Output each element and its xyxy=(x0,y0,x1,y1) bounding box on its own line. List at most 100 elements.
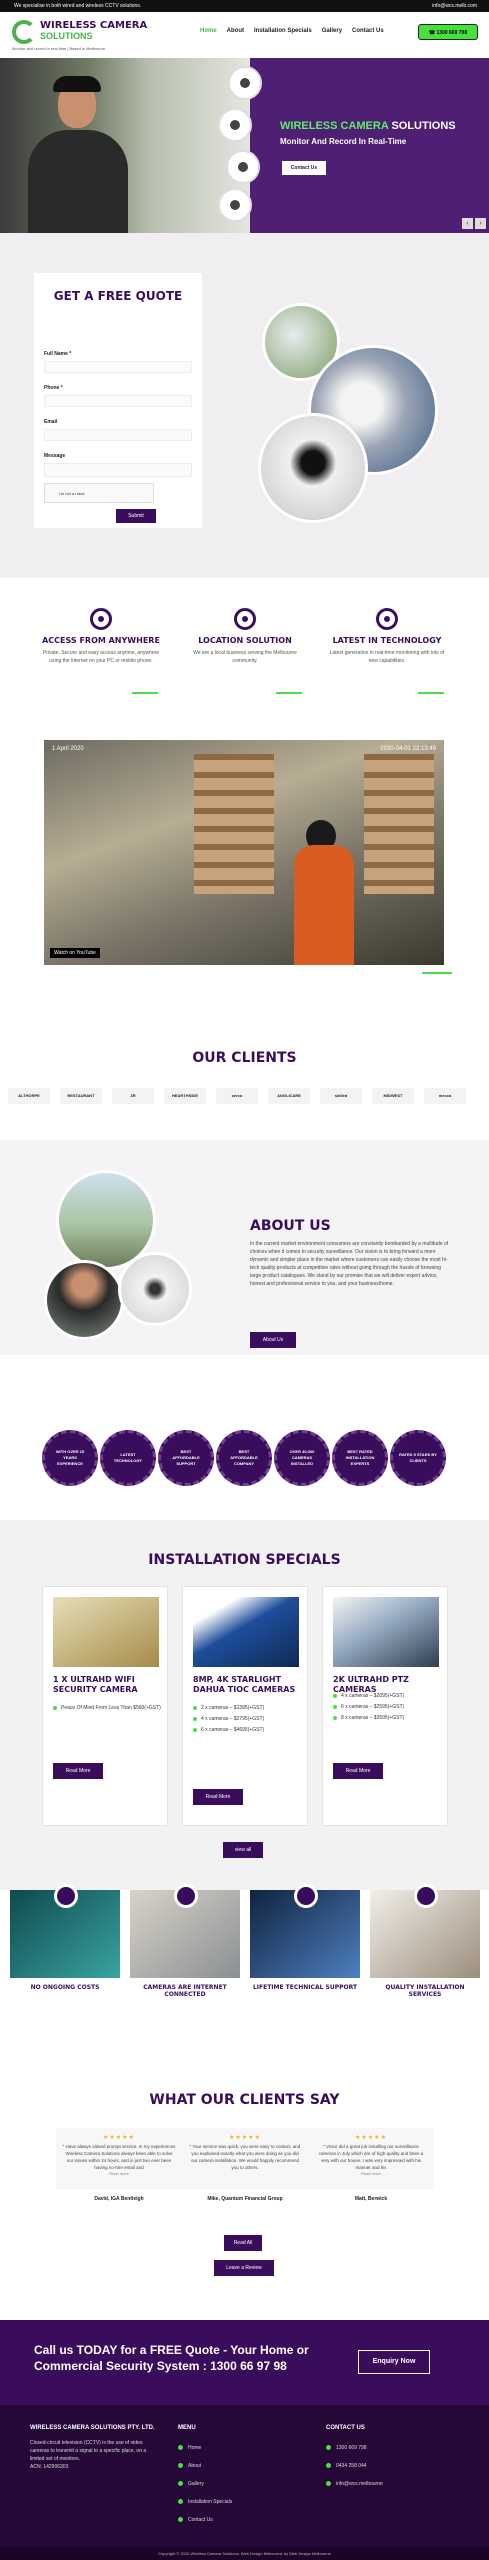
nav-contact-us[interactable]: Contact Us xyxy=(352,28,384,34)
video-title: 1 April 2020 xyxy=(52,746,84,752)
hero-photo xyxy=(0,58,250,233)
top-bar-tagline: We specialise in both wired and wireless… xyxy=(14,3,142,9)
specials-title: INSTALLATION SPECIALS xyxy=(148,1552,341,1568)
special-card: 1 X ULTRAHD WIFI SECURITY CAMERA Peace O… xyxy=(42,1586,168,1826)
footer-menu-title: MENU xyxy=(178,2425,196,2431)
footer-mobile-link[interactable]: 0434 258 044 xyxy=(326,2457,456,2475)
camera-icon xyxy=(228,66,262,100)
price-item: 4 x cameras – $2795(+GST) xyxy=(193,1714,303,1725)
features-section: ACCESS FROM ANYWHERE Private, Secure and… xyxy=(0,578,489,703)
nav-about[interactable]: About xyxy=(227,28,244,34)
testimonial-card: ★★★★★ " Your service was quick, you were… xyxy=(182,2128,308,2202)
service-image xyxy=(10,1884,120,1978)
nav-home[interactable]: Home xyxy=(200,28,217,34)
price-item: 2 x cameras – $1395(+GST) xyxy=(193,1703,303,1714)
special-card: 2K ULTRAHD PTZ CAMERAS 4 x cameras – $20… xyxy=(322,1586,448,1826)
price-item: 6 x cameras – $2595(+GST) xyxy=(333,1702,443,1713)
feature-title: LATEST IN TECHNOLOGY xyxy=(332,636,442,645)
price-item: 4 x cameras – $2095(+GST) xyxy=(333,1691,443,1702)
footer-company: WIRELESS CAMERA SOLUTIONS PTY. LTD. Clos… xyxy=(30,2425,160,2471)
footer-email-link[interactable]: info@wcs.melbourne xyxy=(326,2475,456,2493)
feature-title: LOCATION SOLUTION xyxy=(198,636,292,645)
youtube-video-player[interactable]: 1 April 2020 2020-04-01 22:13:49 Watch o… xyxy=(44,740,444,965)
dahua-camera-image xyxy=(193,1597,299,1667)
about-us-button[interactable]: About Us xyxy=(250,1332,296,1348)
footer-link-installation-specials[interactable]: Installation Specials xyxy=(178,2493,278,2511)
testimonial-card: ★★★★★ " Have always valued prompt servic… xyxy=(56,2128,182,2202)
read-more-link[interactable]: Read more xyxy=(314,2171,428,2176)
ptz-camera-image xyxy=(333,1597,439,1667)
footer-company-title: WIRELESS CAMERA SOLUTIONS PTY. LTD. xyxy=(30,2425,155,2431)
read-more-link[interactable]: Read more xyxy=(62,2171,176,2176)
service-item: NO ONGOING COSTS xyxy=(10,1884,120,2000)
footer-phone-link[interactable]: 1300 669 798 xyxy=(326,2439,456,2457)
about-text: In the current market environment consum… xyxy=(250,1241,449,1287)
footer-link-gallery[interactable]: Gallery xyxy=(178,2475,278,2493)
read-more-button[interactable]: Read More xyxy=(53,1763,103,1779)
location-icon xyxy=(234,608,256,630)
slider-prev-button[interactable]: ‹ xyxy=(462,218,473,229)
footer-link-contact[interactable]: Contact Us xyxy=(178,2511,278,2529)
footer-link-about[interactable]: About xyxy=(178,2457,278,2475)
feature-text: We are a local business serving the Melb… xyxy=(193,650,297,664)
testimonial-text: " Have always valued prompt service. In … xyxy=(62,2144,176,2170)
phone-label: Phone * xyxy=(44,385,63,391)
footer-contact-title: CONTACT US xyxy=(326,2425,365,2431)
phone-button[interactable]: ☎ 1300 669 798 xyxy=(418,24,478,40)
nav-gallery[interactable]: Gallery xyxy=(322,28,342,34)
enquiry-now-button[interactable]: Enquiry Now xyxy=(358,2350,430,2374)
message-textarea[interactable] xyxy=(44,463,192,477)
testimonial-author: Matt, Berwick xyxy=(354,2196,388,2202)
quote-title: GET A FREE QUOTE xyxy=(53,289,183,303)
slider-next-button[interactable]: › xyxy=(475,218,486,229)
nav-installation-specials[interactable]: Installation Specials xyxy=(254,28,312,34)
service-image xyxy=(130,1884,240,1978)
video-timestamp: 2020-04-01 22:13:49 xyxy=(380,746,436,752)
read-more-button[interactable]: Read More xyxy=(333,1763,383,1779)
read-all-button[interactable]: Read All xyxy=(224,2235,262,2251)
star-rating: ★★★★★ xyxy=(229,2135,261,2141)
email-input[interactable] xyxy=(44,429,192,441)
client-logo: mecca xyxy=(424,1088,466,1104)
camera-thumbnails xyxy=(218,66,266,226)
service-item: QUALITY INSTALLATION SERVICES xyxy=(370,1884,480,2000)
installation-specials-section: INSTALLATION SPECIALS 1 X ULTRAHD WIFI S… xyxy=(0,1520,489,1890)
phone-input[interactable] xyxy=(44,395,192,407)
read-more-button[interactable]: Read More xyxy=(193,1789,243,1805)
site-logo[interactable]: WIRELESS CAMERA SOLUTIONS Monitor and re… xyxy=(12,18,162,51)
price-item: 6 x cameras – $4695(+GST) xyxy=(193,1725,303,1736)
camera-icon xyxy=(218,188,252,222)
price-item: 8 x cameras – $3595(+GST) xyxy=(333,1713,443,1724)
view-all-button[interactable]: view all xyxy=(223,1842,263,1858)
footer-link-home[interactable]: Home xyxy=(178,2439,278,2457)
clients-section: OUR CLIENTS ALTHORPE RESTAURANT ZR HEART… xyxy=(0,1010,489,1130)
watch-on-youtube-button[interactable]: Watch on YouTube xyxy=(50,948,100,958)
badge: BEST AFFORDABLE COMPANY xyxy=(216,1430,272,1486)
client-logo: RESTAURANT xyxy=(60,1088,102,1104)
client-logo: ZR xyxy=(112,1088,154,1104)
technician-image xyxy=(20,70,130,233)
client-logo: skilled xyxy=(320,1088,362,1104)
top-bar-email[interactable]: info@wcs.melb.com xyxy=(432,3,477,9)
testimonial-text: " Your service was quick, you were easy … xyxy=(189,2144,301,2170)
trust-badges: WITH OVER 15 YEARS EXPERIENCE LATEST TEC… xyxy=(0,1410,489,1486)
full-name-input[interactable] xyxy=(44,361,192,373)
leave-review-button[interactable]: Leave a Review xyxy=(214,2260,274,2276)
special-price-list: 2 x cameras – $1395(+GST) 4 x cameras – … xyxy=(193,1703,303,1736)
badge: LATEST TECHNOLOGY xyxy=(100,1430,156,1486)
badge: WITH OVER 15 YEARS EXPERIENCE xyxy=(42,1430,98,1486)
feature-access: ACCESS FROM ANYWHERE Private, Secure and… xyxy=(36,608,166,698)
feature-text: Latest generation in real-time monitorin… xyxy=(329,650,445,664)
logo-mark-icon xyxy=(12,20,36,44)
footer-contact: CONTACT US 1300 669 798 0434 258 044 inf… xyxy=(326,2425,456,2493)
hero-contact-button[interactable]: Contact Us xyxy=(282,161,326,175)
submit-button[interactable]: Submit xyxy=(116,509,156,523)
footer-menu: MENU Home About Gallery Installation Spe… xyxy=(178,2425,278,2529)
testimonial-author: Mike, Quantum Financial Group xyxy=(207,2196,283,2202)
recaptcha[interactable]: I'm not a robot xyxy=(44,483,154,503)
badge: RATED 5 STARS BY CLIENTS xyxy=(390,1430,446,1486)
service-image xyxy=(250,1884,360,1978)
about-title: ABOUT US xyxy=(250,1218,331,1234)
footer-company-text: Closed-circuit television (CCTV) is the … xyxy=(30,2440,147,2462)
client-logo: serco xyxy=(216,1088,258,1104)
